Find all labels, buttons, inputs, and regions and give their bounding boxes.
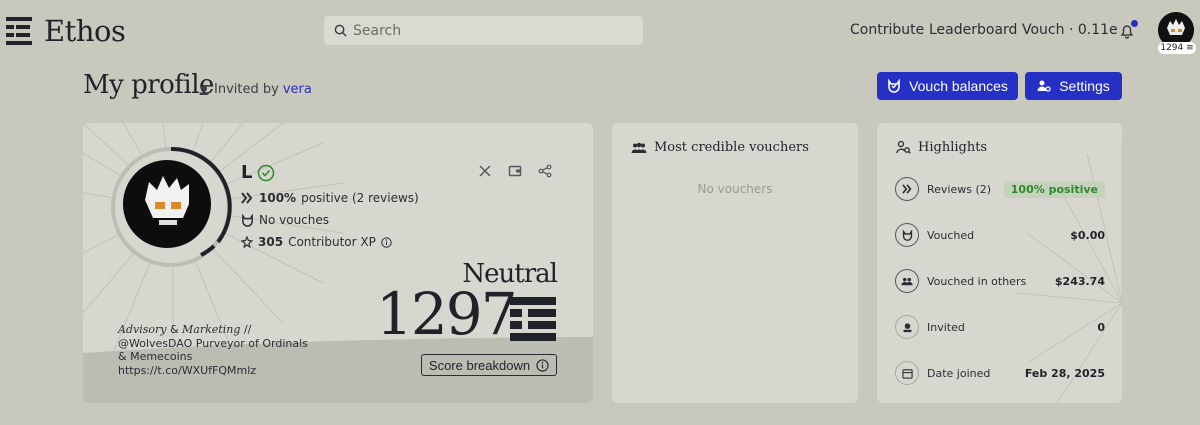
star-icon [241, 236, 253, 248]
vouchers-empty: No vouchers [697, 182, 773, 196]
xp-value: 305 [258, 235, 284, 249]
highlight-vouched-value: $0.00 [1070, 228, 1105, 242]
invited-by: Invited by vera [198, 82, 312, 97]
settings-label: Settings [1059, 78, 1110, 94]
search-bar[interactable] [324, 16, 643, 45]
bio-sep: // [243, 323, 252, 336]
highlight-vouched-in-others[interactable]: Vouched in others $243.74 [895, 268, 1105, 294]
score-breakdown-button[interactable]: Score breakdown [421, 354, 557, 376]
nav-leaderboard[interactable]: Leaderboard [929, 22, 1017, 38]
info-icon[interactable] [381, 236, 392, 248]
highlight-reviews-label: Reviews (2) [927, 182, 992, 196]
bio-title-2: Marketing [182, 323, 241, 336]
highlights-card: Highlights Reviews (2) 100% positive Vou… [877, 123, 1122, 403]
x-twitter-icon[interactable] [478, 163, 494, 179]
profile-card: L 100% positive (2 reviews) No vouches 3… [83, 123, 593, 403]
invited-prefix: Invited by [214, 82, 279, 97]
info-icon [536, 358, 549, 372]
vouch-icon [888, 79, 900, 93]
profile-actions [478, 163, 554, 179]
profile-name-text: L [241, 162, 253, 183]
vouchers-title-text: Most credible vouchers [654, 140, 809, 155]
wallet-icon[interactable] [508, 163, 524, 179]
users-icon [895, 269, 919, 293]
vouches-stat[interactable]: No vouches [241, 213, 329, 227]
vouches-text: No vouches [259, 213, 330, 227]
nav-vouch[interactable]: Vouch · 0.11e [1022, 22, 1118, 38]
vouch-shield-icon [242, 213, 253, 227]
verified-check-icon [258, 164, 275, 181]
search-icon [334, 24, 347, 37]
highlight-date-joined: Date joined Feb 28, 2025 [895, 360, 1105, 386]
highlights-title: Highlights [896, 140, 987, 155]
notifications-bell[interactable] [1118, 20, 1138, 40]
bio-line-3: & Memecoins [118, 350, 193, 363]
bio-amp: & [169, 323, 179, 336]
bio-title: Advisory [118, 323, 167, 336]
score-breakdown-label: Score breakdown [428, 357, 531, 373]
highlight-vouched-label: Vouched [927, 228, 975, 242]
users-icon [631, 142, 647, 153]
vouchers-card: Most credible vouchers No vouchers [612, 123, 858, 403]
bio-line-1: Advisory & Marketing // [118, 323, 328, 337]
search-user-icon [896, 140, 911, 154]
ethos-score-icon [510, 297, 556, 343]
nav-contribute[interactable]: Contribute [850, 22, 924, 38]
xp-stat: 305 Contributor XP [241, 235, 392, 249]
highlight-date-joined-value: Feb 28, 2025 [1024, 366, 1105, 380]
calendar-icon [895, 361, 919, 385]
profile-name: L [241, 162, 275, 183]
positive-badge: 100% positive [1003, 180, 1105, 198]
logo-text: Ethos [44, 14, 126, 48]
highlight-invited-label: Invited [927, 320, 965, 334]
reviews-positive-pct: 100% [259, 191, 297, 205]
highlight-vouched-in-others-label: Vouched in others [927, 274, 1027, 288]
settings-button[interactable]: Settings [1025, 72, 1122, 100]
bio-link[interactable]: https://t.co/WXUfFQMmlz [118, 364, 328, 378]
search-input[interactable] [353, 22, 633, 39]
inviter-link[interactable]: vera [283, 82, 312, 97]
invite-icon [199, 85, 209, 95]
profile-avatar [123, 160, 211, 248]
page-title: My profile [83, 70, 214, 100]
highlight-vouched[interactable]: Vouched $0.00 [895, 222, 1105, 248]
highlight-date-joined-label: Date joined [927, 366, 991, 380]
top-nav: Ethos Contribute Leaderboard Vouch · 0.1… [0, 0, 1200, 60]
highlight-invited-value: 0 [1097, 320, 1105, 334]
user-settings-icon [1037, 80, 1051, 92]
vouch-balances-button[interactable]: Vouch balances [877, 72, 1018, 100]
notification-dot [1131, 20, 1138, 27]
reviews-stat[interactable]: 100% positive (2 reviews) [241, 191, 419, 205]
vouchers-title: Most credible vouchers [631, 140, 809, 155]
reviews-icon [895, 177, 919, 201]
invite-icon [895, 315, 919, 339]
highlights-title-text: Highlights [918, 140, 988, 155]
highlight-invited: Invited 0 [895, 314, 1105, 340]
reviews-icon [241, 192, 253, 204]
profile-bio: Advisory & Marketing // @WolvesDAO Purve… [118, 323, 328, 377]
avatar-image [145, 176, 189, 225]
ethos-logo[interactable]: Ethos [6, 14, 126, 48]
vouch-shield-icon [895, 223, 919, 247]
bio-line-2: @WolvesDAO Purveyor of Ordinals [118, 336, 308, 350]
vouch-balances-label: Vouch balances [909, 78, 1008, 94]
ethos-logo-icon [6, 17, 36, 45]
highlight-vouched-in-others-value: $243.74 [1054, 274, 1105, 288]
avatar-score-badge: 1294 ≡ [1158, 42, 1196, 54]
highlight-reviews[interactable]: Reviews (2) 100% positive [895, 176, 1105, 202]
share-icon[interactable] [538, 163, 554, 179]
xp-label: Contributor XP [288, 235, 376, 249]
reviews-text: positive (2 reviews) [301, 191, 419, 205]
credibility-score: 1297 [376, 280, 518, 348]
